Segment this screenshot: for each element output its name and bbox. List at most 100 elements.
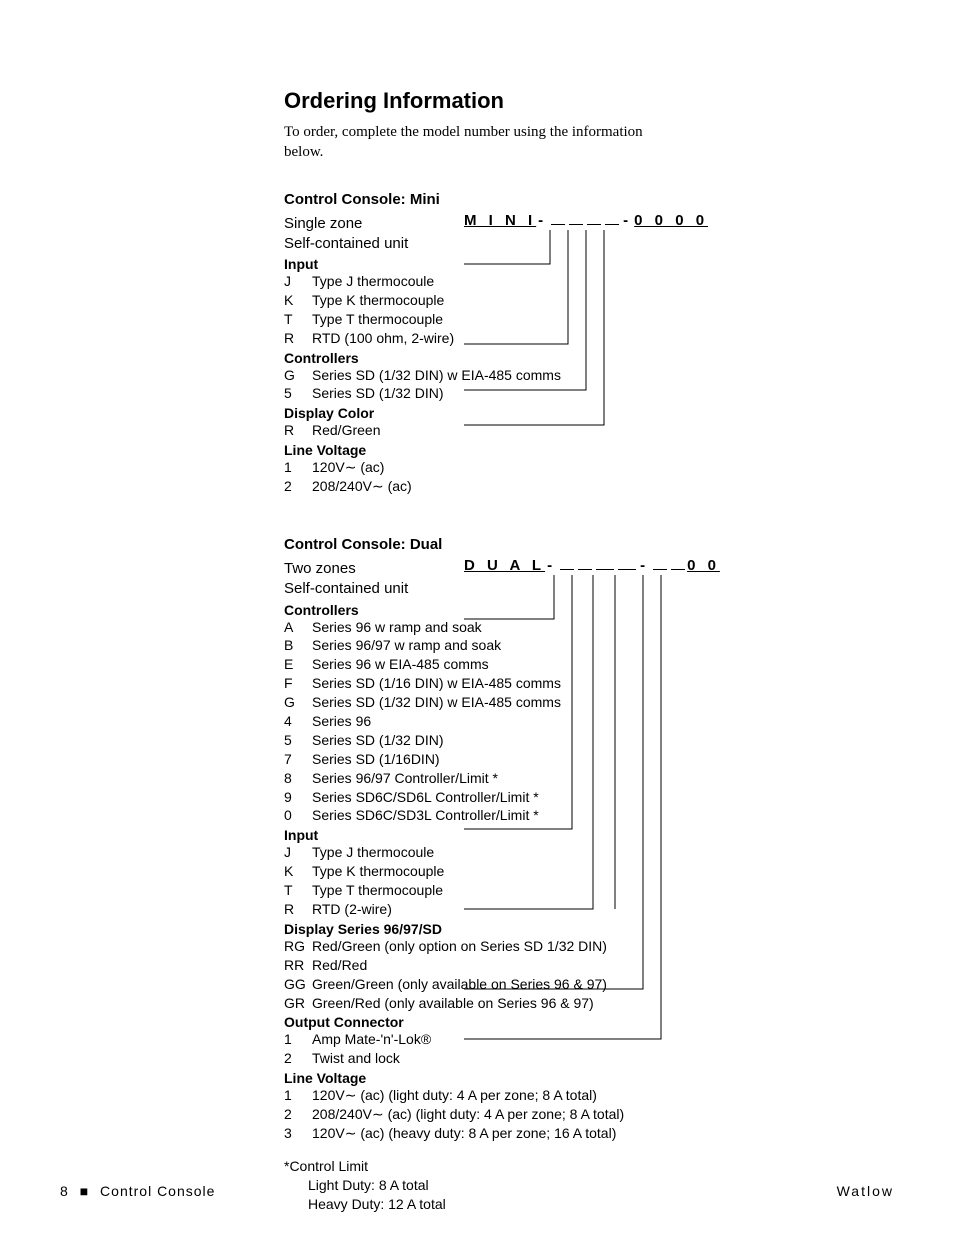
footer-doc-name: Control Console: [100, 1183, 215, 1199]
option-group-head: Input: [284, 256, 904, 272]
option-code: RG: [284, 937, 312, 956]
option-group-head: Display Color: [284, 405, 904, 421]
option-code: J: [284, 843, 312, 862]
option-desc: Type K thermocouple: [312, 291, 904, 310]
option-desc: Type K thermocouple: [312, 862, 904, 881]
option-row: RGRed/Green (only option on Series SD 1/…: [284, 937, 904, 956]
option-code: T: [284, 310, 312, 329]
option-row: GSeries SD (1/32 DIN) w EIA-485 comms: [284, 693, 904, 712]
option-code: 1: [284, 458, 312, 477]
option-row: 2208/240V∼ (ac) (light duty: 4 A per zon…: [284, 1105, 904, 1124]
mini-prefix: M I N I: [464, 212, 536, 229]
note-head: *Control Limit: [284, 1157, 904, 1176]
option-code: E: [284, 655, 312, 674]
option-desc: Series 96/97 Controller/Limit *: [312, 769, 904, 788]
option-row: 1120V∼ (ac): [284, 458, 904, 477]
mini-model-number: M I N I--0 0 0 0: [464, 212, 904, 255]
dual-suffix: 0 0: [687, 557, 720, 574]
option-row: RRTD (2-wire): [284, 900, 904, 919]
option-desc: Red/Red: [312, 956, 904, 975]
option-group-head: Input: [284, 827, 904, 843]
option-code: 0: [284, 806, 312, 825]
footer-brand: Watlow: [837, 1183, 894, 1199]
option-group-head: Display Series 96/97/SD: [284, 921, 904, 937]
option-row: BSeries 96/97 w ramp and soak: [284, 636, 904, 655]
dual-prefix: D U A L: [464, 557, 545, 574]
option-code: 8: [284, 769, 312, 788]
footer-square-icon: ■: [80, 1183, 89, 1199]
option-code: 2: [284, 1105, 312, 1124]
option-row: KType K thermocouple: [284, 291, 904, 310]
page-title: Ordering Information: [284, 88, 904, 114]
option-desc: RTD (2-wire): [312, 900, 904, 919]
option-code: 1: [284, 1086, 312, 1105]
option-row: RRRed/Red: [284, 956, 904, 975]
option-row: 3120V∼ (ac) (heavy duty: 8 A per zone; 1…: [284, 1124, 904, 1143]
option-code: GG: [284, 975, 312, 994]
option-desc: Type T thermocouple: [312, 881, 904, 900]
dual-desc1: Two zones: [284, 559, 464, 579]
option-group-head: Output Connector: [284, 1014, 904, 1030]
option-desc: Series SD (1/32 DIN): [312, 384, 904, 403]
option-desc: 120V∼ (ac): [312, 458, 904, 477]
option-row: GGGreen/Green (only available on Series …: [284, 975, 904, 994]
option-desc: Series SD (1/32 DIN) w EIA-485 comms: [312, 366, 904, 385]
option-row: 2Twist and lock: [284, 1049, 904, 1068]
option-desc: Type J thermocoule: [312, 272, 904, 291]
option-row: 2208/240V∼ (ac): [284, 477, 904, 496]
option-group-head: Line Voltage: [284, 1070, 904, 1086]
option-row: RRTD (100 ohm, 2-wire): [284, 329, 904, 348]
mini-heading: Control Console: Mini: [284, 191, 904, 208]
option-desc: Series SD6C/SD6L Controller/Limit *: [312, 788, 904, 807]
option-code: G: [284, 366, 312, 385]
option-code: R: [284, 900, 312, 919]
option-code: 2: [284, 1049, 312, 1068]
option-row: 9Series SD6C/SD6L Controller/Limit *: [284, 788, 904, 807]
option-code: F: [284, 674, 312, 693]
option-code: R: [284, 329, 312, 348]
option-row: 0Series SD6C/SD3L Controller/Limit *: [284, 806, 904, 825]
option-desc: Series SD (1/16DIN): [312, 750, 904, 769]
option-desc: Type J thermocoule: [312, 843, 904, 862]
option-code: R: [284, 421, 312, 440]
option-code: 5: [284, 384, 312, 403]
option-desc: Series SD (1/32 DIN) w EIA-485 comms: [312, 693, 904, 712]
option-row: 1120V∼ (ac) (light duty: 4 A per zone; 8…: [284, 1086, 904, 1105]
option-row: 1Amp Mate-'n'-Lok®: [284, 1030, 904, 1049]
mini-desc1: Single zone: [284, 214, 464, 234]
option-row: 5Series SD (1/32 DIN): [284, 731, 904, 750]
option-row: 7Series SD (1/16DIN): [284, 750, 904, 769]
dual-options: ControllersASeries 96 w ramp and soakBSe…: [284, 602, 904, 1143]
option-code: GR: [284, 994, 312, 1013]
option-code: 7: [284, 750, 312, 769]
option-desc: Series 96 w ramp and soak: [312, 618, 904, 637]
option-code: 9: [284, 788, 312, 807]
option-desc: Green/Green (only available on Series 96…: [312, 975, 904, 994]
option-desc: 120V∼ (ac) (light duty: 4 A per zone; 8 …: [312, 1086, 904, 1105]
option-desc: Green/Red (only available on Series 96 &…: [312, 994, 904, 1013]
option-row: 4Series 96: [284, 712, 904, 731]
mini-suffix: 0 0 0 0: [634, 212, 708, 229]
option-code: K: [284, 291, 312, 310]
option-desc: Amp Mate-'n'-Lok®: [312, 1030, 904, 1049]
option-row: KType K thermocouple: [284, 862, 904, 881]
option-desc: Series 96: [312, 712, 904, 731]
option-group-head: Line Voltage: [284, 442, 904, 458]
option-code: K: [284, 862, 312, 881]
option-row: 5Series SD (1/32 DIN): [284, 384, 904, 403]
option-row: GRGreen/Red (only available on Series 96…: [284, 994, 904, 1013]
option-row: JType J thermocoule: [284, 843, 904, 862]
option-group-head: Controllers: [284, 350, 904, 366]
option-code: A: [284, 618, 312, 637]
option-code: RR: [284, 956, 312, 975]
option-desc: Red/Green (only option on Series SD 1/32…: [312, 937, 904, 956]
mini-block: Control Console: Mini Single zone Self-c…: [284, 191, 904, 497]
option-row: ESeries 96 w EIA-485 comms: [284, 655, 904, 674]
option-desc: Series SD (1/16 DIN) w EIA-485 comms: [312, 674, 904, 693]
option-row: JType J thermocoule: [284, 272, 904, 291]
dual-model-number: D U A L--0 0: [464, 557, 904, 600]
option-desc: Series 96 w EIA-485 comms: [312, 655, 904, 674]
option-desc: Type T thermocouple: [312, 310, 904, 329]
dual-desc2: Self-contained unit: [284, 579, 464, 599]
option-code: 5: [284, 731, 312, 750]
